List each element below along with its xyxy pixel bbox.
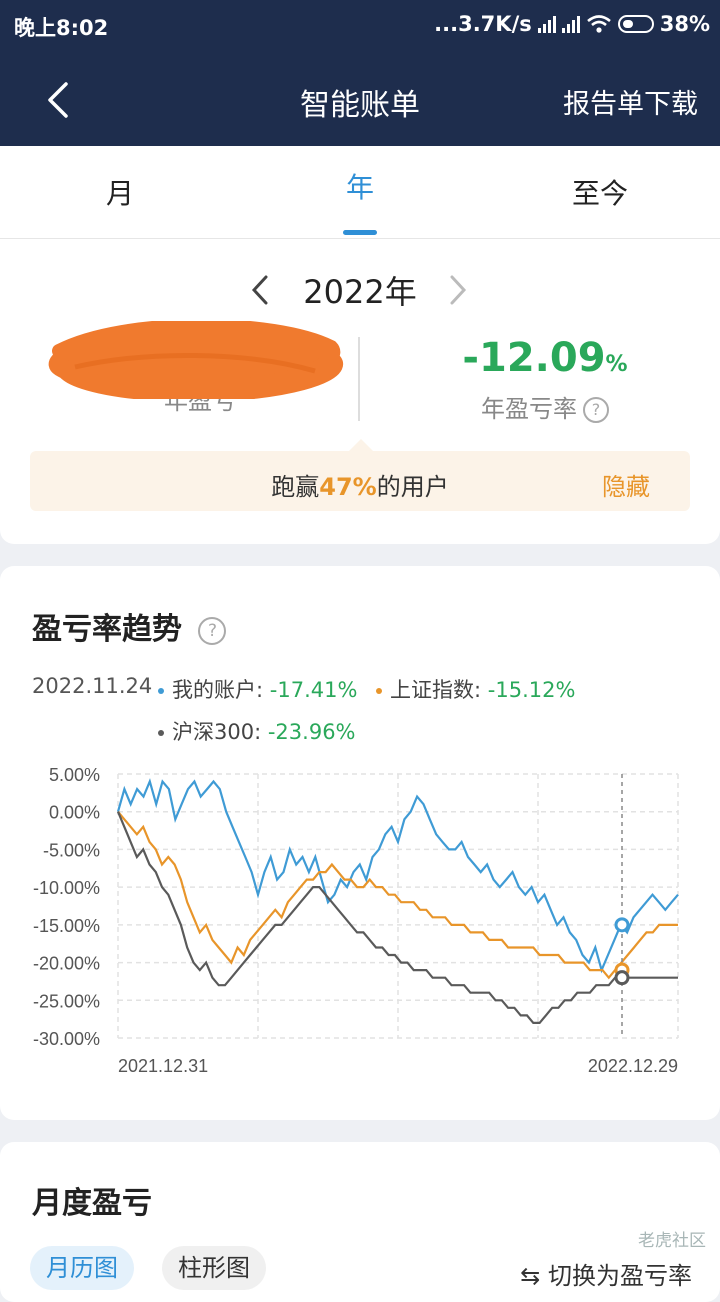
signal-icon <box>537 15 556 33</box>
annual-rate: -12.09% 年盈亏率? <box>430 335 660 424</box>
signal-hd-icon <box>561 15 580 33</box>
legend-date: 2022.11.24 <box>32 674 153 698</box>
legend-shanghai-index: 上证指数: -15.12% <box>376 674 575 704</box>
trend-title: 盈亏率趋势 ? <box>32 604 227 648</box>
y-tick-label: 5.00% <box>49 765 100 785</box>
download-report-button[interactable]: 报告单下载 <box>563 82 698 121</box>
annual-rate-label: 年盈亏率? <box>430 389 660 424</box>
beat-users-banner: 跑赢47%的用户 隐藏 <box>30 451 690 511</box>
active-tab-indicator <box>343 230 377 235</box>
wifi-icon <box>586 15 611 33</box>
monthly-title: 月度盈亏 <box>32 1186 152 1221</box>
hide-button[interactable]: 隐藏 <box>602 467 650 502</box>
beat-pointer <box>349 439 373 451</box>
nav-bar: 智能账单 报告单下载 <box>0 52 720 146</box>
y-tick-label: -25.00% <box>33 991 100 1011</box>
annual-rate-value: -12.09% <box>462 335 628 381</box>
status-bar: 晚上8:02 ...3.7K/s 38% <box>0 0 720 52</box>
watermark: 老虎社区 <box>638 1231 706 1251</box>
y-tick-label: 0.00% <box>49 803 100 823</box>
legend-my-account: 我的账户: -17.41% <box>158 674 357 704</box>
trend-card: 盈亏率趋势 ? 2022.11.24 我的账户: -17.41% 上证指数: -… <box>0 566 720 1120</box>
legend-csi300: 沪深300: -23.96% <box>158 716 356 746</box>
cursor-marker-2 <box>614 970 630 986</box>
help-icon[interactable]: ? <box>198 616 227 645</box>
y-tick-label: -20.00% <box>33 954 100 974</box>
tab-to-date[interactable]: 至今 <box>540 172 660 212</box>
summary-card: 2022年 年盈亏 -12.09% 年盈亏率? 跑赢47%的用户 隐藏 <box>0 239 720 544</box>
next-year-icon[interactable] <box>446 273 470 307</box>
switch-to-rate-button[interactable]: ⇆ 切换为盈亏率 <box>520 1256 692 1291</box>
tab-year[interactable]: 年 <box>300 166 420 206</box>
period-tabs: 月 年 至今 <box>0 146 720 239</box>
calendar-view-chip[interactable]: 月历图 <box>30 1246 134 1290</box>
year-label: 2022年 <box>303 273 417 311</box>
bar-view-chip[interactable]: 柱形图 <box>162 1246 266 1290</box>
monthly-card: 月度盈亏 月历图 柱形图 ⇆ 切换为盈亏率 <box>0 1142 720 1302</box>
swap-icon: ⇆ <box>520 1262 548 1290</box>
trend-chart[interactable]: 5.00% 0.00% -5.00% -10.00% -15.00% -20.00% -25… <box>0 752 720 1092</box>
cursor-marker-0 <box>614 917 630 933</box>
battery-icon <box>617 15 654 33</box>
help-icon[interactable]: ? <box>583 397 609 423</box>
status-right: ...3.7K/s 38% <box>434 12 710 36</box>
beat-users-text: 跑赢47%的用户 <box>271 473 449 501</box>
y-tick-label: -5.00% <box>43 840 100 860</box>
x-start-label: 2021.12.31 <box>118 1056 208 1076</box>
battery-percent: 38% <box>659 12 710 36</box>
tab-month[interactable]: 月 <box>60 172 180 212</box>
summary-divider <box>358 337 360 421</box>
y-tick-label: -15.00% <box>33 916 100 936</box>
redaction-scribble <box>48 321 343 399</box>
x-end-label: 2022.12.29 <box>588 1056 678 1076</box>
network-speed: ...3.7K/s <box>434 12 532 36</box>
y-tick-label: -30.00% <box>33 1029 100 1049</box>
status-time: 晚上8:02 <box>14 16 109 40</box>
y-tick-label: -10.00% <box>33 878 100 898</box>
